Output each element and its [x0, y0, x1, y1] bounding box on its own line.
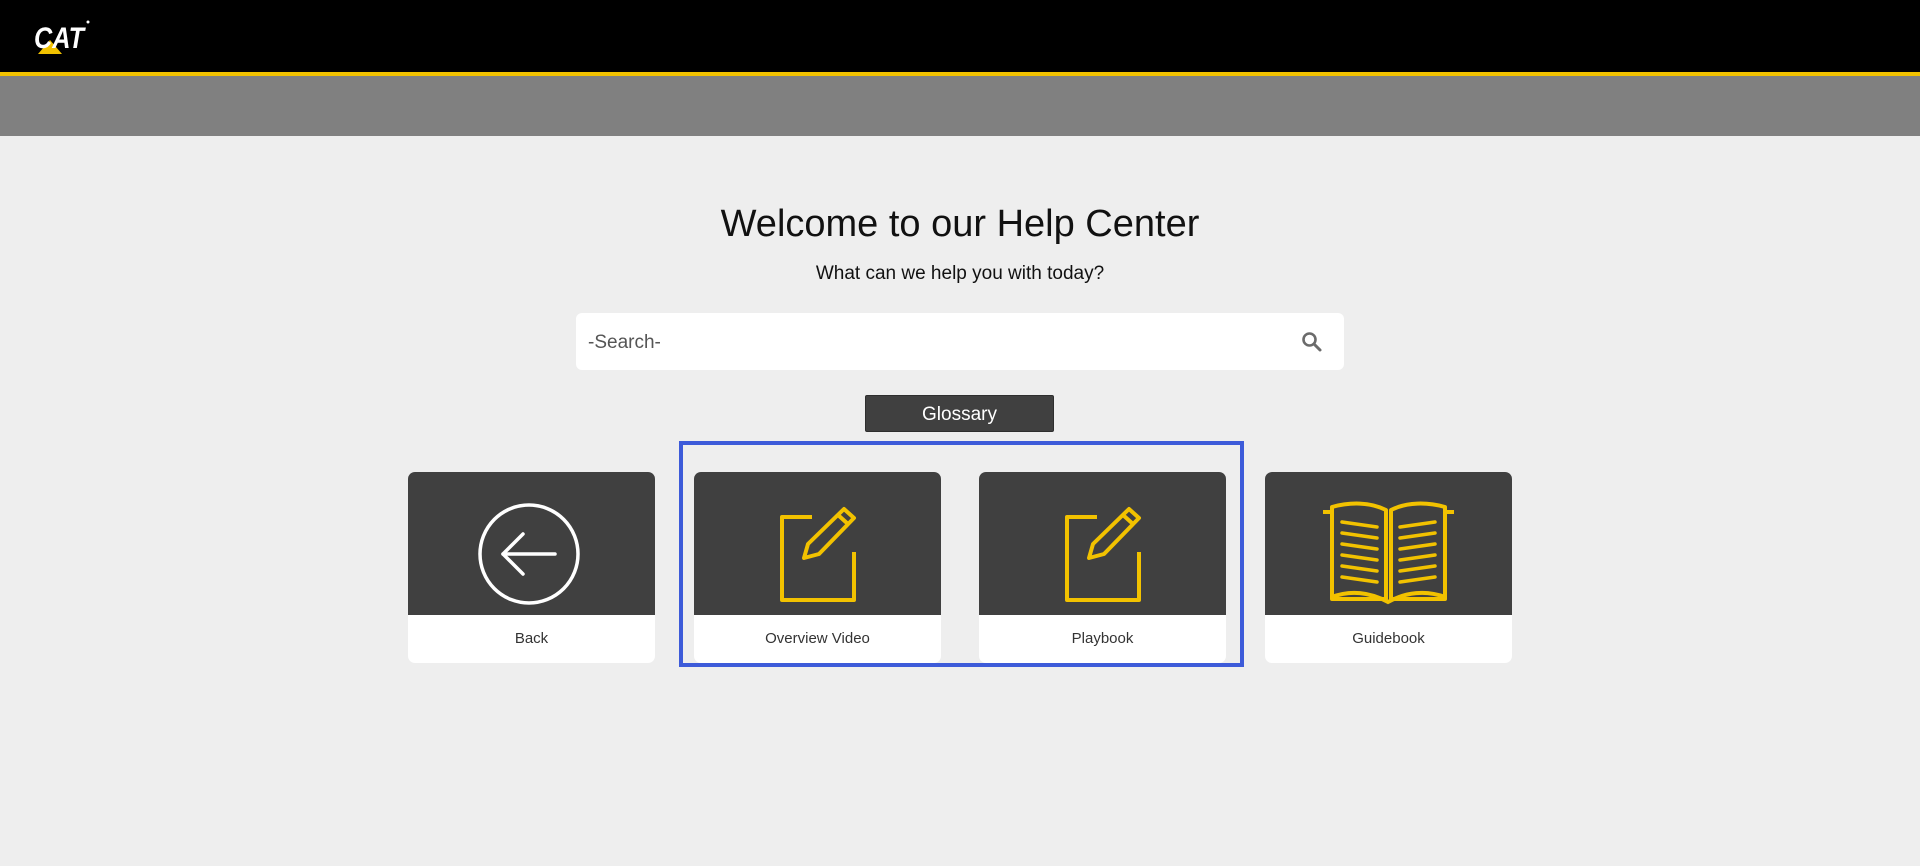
cat-logo[interactable]: CAT: [32, 18, 92, 55]
open-book-icon: [1323, 501, 1454, 605]
card-label: Back: [514, 630, 549, 647]
edit-note-icon: [780, 507, 856, 602]
card-label: Playbook: [1071, 630, 1134, 647]
playbook-card[interactable]: Playbook: [979, 472, 1226, 663]
gray-banner: [0, 76, 1920, 136]
card-icon-area: [694, 472, 941, 615]
top-header-bar: CAT: [0, 0, 1920, 76]
card-icon-area: [1265, 472, 1512, 615]
search-box: [576, 313, 1344, 372]
card-icon-area: [979, 472, 1226, 615]
search-icon[interactable]: [1300, 330, 1324, 354]
logo-text: CAT: [34, 22, 86, 54]
page-title: Welcome to our Help Center: [720, 203, 1200, 245]
search-input[interactable]: [586, 313, 1270, 372]
overview-video-card[interactable]: Overview Video: [694, 472, 941, 663]
back-arrow-circle-icon: [478, 503, 580, 605]
card-label: Guidebook: [1352, 630, 1425, 647]
page-subtitle: What can we help you with today?: [815, 263, 1105, 284]
guidebook-card[interactable]: Guidebook: [1265, 472, 1512, 663]
card-icon-area: [408, 472, 655, 615]
back-card[interactable]: Back: [408, 472, 655, 663]
glossary-button[interactable]: Glossary: [865, 395, 1054, 432]
card-label: Overview Video: [765, 630, 870, 647]
edit-note-icon: [1065, 507, 1141, 602]
